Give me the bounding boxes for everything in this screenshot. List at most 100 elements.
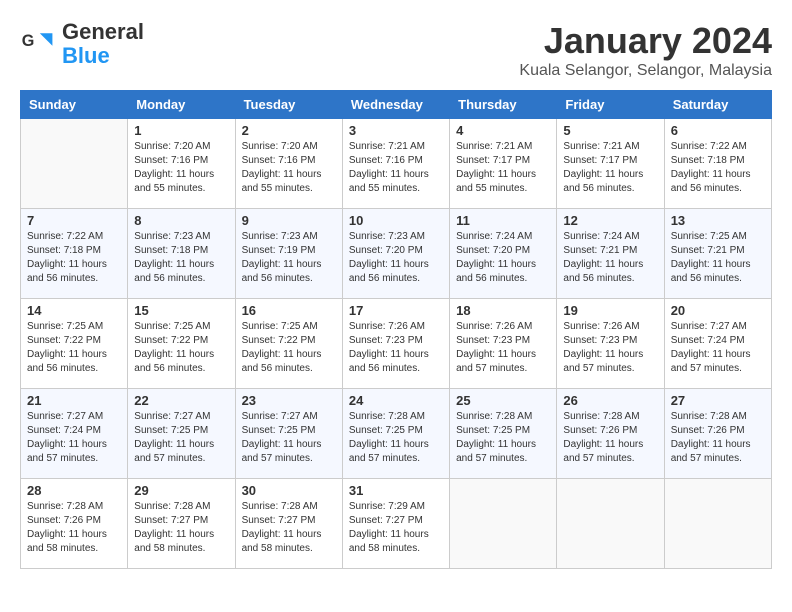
calendar-cell: 5Sunrise: 7:21 AMSunset: 7:17 PMDaylight… <box>557 119 664 209</box>
day-info: Sunrise: 7:27 AMSunset: 7:25 PMDaylight:… <box>134 410 228 466</box>
calendar-cell <box>450 479 557 569</box>
weekday-header-row: SundayMondayTuesdayWednesdayThursdayFrid… <box>21 91 772 119</box>
day-number: 2 <box>242 123 336 138</box>
day-number: 14 <box>27 303 121 318</box>
weekday-header: Friday <box>557 91 664 119</box>
location: Kuala Selangor, Selangor, Malaysia <box>519 62 772 80</box>
calendar-cell: 12Sunrise: 7:24 AMSunset: 7:21 PMDayligh… <box>557 209 664 299</box>
calendar-cell: 18 Sunrise: 7:26 AMSunset: 7:23 PMDayligh… <box>450 299 557 389</box>
calendar-cell: 25 Sunrise: 7:28 AMSunset: 7:25 PMDayligh… <box>450 389 557 479</box>
calendar-cell: 24 Sunrise: 7:28 AMSunset: 7:25 PMDayligh… <box>342 389 449 479</box>
day-number: 24 <box>349 393 443 408</box>
day-number: 30 <box>242 483 336 498</box>
calendar-cell <box>557 479 664 569</box>
calendar-cell <box>21 119 128 209</box>
calendar-cell: 27 Sunrise: 7:28 AMSunset: 7:26 PMDayligh… <box>664 389 771 479</box>
day-info: Sunrise: 7:28 AMSunset: 7:25 PMDaylight:… <box>456 410 550 466</box>
day-number: 8 <box>134 213 228 228</box>
day-number: 23 <box>242 393 336 408</box>
calendar-cell: 9 Sunrise: 7:23 AMSunset: 7:19 PMDaylight… <box>235 209 342 299</box>
calendar-table: SundayMondayTuesdayWednesdayThursdayFrid… <box>20 90 772 569</box>
day-number: 25 <box>456 393 550 408</box>
day-info: Sunrise: 7:21 AMSunset: 7:16 PMDaylight:… <box>349 140 443 196</box>
calendar-week-row: 21Sunrise: 7:27 AMSunset: 7:24 PMDayligh… <box>21 389 772 479</box>
weekday-header: Tuesday <box>235 91 342 119</box>
svg-text:G: G <box>22 32 35 50</box>
day-number: 4 <box>456 123 550 138</box>
calendar-cell: 11Sunrise: 7:24 AMSunset: 7:20 PMDayligh… <box>450 209 557 299</box>
title-block: January 2024 Kuala Selangor, Selangor, M… <box>519 20 772 80</box>
calendar-cell: 31 Sunrise: 7:29 AMSunset: 7:27 PMDayligh… <box>342 479 449 569</box>
day-number: 10 <box>349 213 443 228</box>
day-info: Sunrise: 7:29 AMSunset: 7:27 PMDaylight:… <box>349 500 443 556</box>
calendar-cell: 13 Sunrise: 7:25 AMSunset: 7:21 PMDayligh… <box>664 209 771 299</box>
calendar-cell: 1Sunrise: 7:20 AMSunset: 7:16 PMDaylight… <box>128 119 235 209</box>
calendar-cell: 14 Sunrise: 7:25 AMSunset: 7:22 PMDayligh… <box>21 299 128 389</box>
day-number: 22 <box>134 393 228 408</box>
calendar-cell: 29Sunrise: 7:28 AMSunset: 7:27 PMDayligh… <box>128 479 235 569</box>
day-number: 9 <box>242 213 336 228</box>
day-info: Sunrise: 7:23 AMSunset: 7:19 PMDaylight:… <box>242 230 336 286</box>
day-number: 27 <box>671 393 765 408</box>
weekday-header: Sunday <box>21 91 128 119</box>
calendar-week-row: 28 Sunrise: 7:28 AMSunset: 7:26 PMDayligh… <box>21 479 772 569</box>
day-info: Sunrise: 7:21 AMSunset: 7:17 PMDaylight:… <box>456 140 550 196</box>
calendar-cell: 6Sunrise: 7:22 AMSunset: 7:18 PMDaylight… <box>664 119 771 209</box>
logo-blue-text: Blue <box>62 43 110 68</box>
calendar-cell: 17Sunrise: 7:26 AMSunset: 7:23 PMDayligh… <box>342 299 449 389</box>
logo: G General Blue <box>20 20 144 68</box>
logo-general-text: General <box>62 19 144 44</box>
weekday-header: Wednesday <box>342 91 449 119</box>
day-info: Sunrise: 7:28 AMSunset: 7:27 PMDaylight:… <box>242 500 336 556</box>
day-info: Sunrise: 7:27 AMSunset: 7:24 PMDaylight:… <box>671 320 765 376</box>
calendar-cell: 10 Sunrise: 7:23 AMSunset: 7:20 PMDayligh… <box>342 209 449 299</box>
calendar-cell: 28 Sunrise: 7:28 AMSunset: 7:26 PMDayligh… <box>21 479 128 569</box>
calendar-week-row: 7Sunrise: 7:22 AMSunset: 7:18 PMDaylight… <box>21 209 772 299</box>
day-info: Sunrise: 7:25 AMSunset: 7:21 PMDaylight:… <box>671 230 765 286</box>
calendar-cell: 19 Sunrise: 7:26 AMSunset: 7:23 PMDayligh… <box>557 299 664 389</box>
page-header: G General Blue January 2024 Kuala Selang… <box>20 20 772 80</box>
day-number: 15 <box>134 303 228 318</box>
day-info: Sunrise: 7:28 AMSunset: 7:26 PMDaylight:… <box>671 410 765 466</box>
day-number: 26 <box>563 393 657 408</box>
month-title: January 2024 <box>519 20 772 62</box>
day-info: Sunrise: 7:25 AMSunset: 7:22 PMDaylight:… <box>242 320 336 376</box>
day-info: Sunrise: 7:27 AMSunset: 7:25 PMDaylight:… <box>242 410 336 466</box>
weekday-header: Monday <box>128 91 235 119</box>
day-info: Sunrise: 7:24 AMSunset: 7:20 PMDaylight:… <box>456 230 550 286</box>
day-number: 19 <box>563 303 657 318</box>
day-info: Sunrise: 7:28 AMSunset: 7:25 PMDaylight:… <box>349 410 443 466</box>
calendar-cell: 8 Sunrise: 7:23 AMSunset: 7:18 PMDaylight… <box>128 209 235 299</box>
day-number: 28 <box>27 483 121 498</box>
day-number: 16 <box>242 303 336 318</box>
day-info: Sunrise: 7:25 AMSunset: 7:22 PMDaylight:… <box>134 320 228 376</box>
day-info: Sunrise: 7:28 AMSunset: 7:26 PMDaylight:… <box>27 500 121 556</box>
day-info: Sunrise: 7:20 AMSunset: 7:16 PMDaylight:… <box>134 140 228 196</box>
calendar-cell: 16 Sunrise: 7:25 AMSunset: 7:22 PMDayligh… <box>235 299 342 389</box>
weekday-header: Thursday <box>450 91 557 119</box>
calendar-cell: 2Sunrise: 7:20 AMSunset: 7:16 PMDaylight… <box>235 119 342 209</box>
calendar-cell: 22 Sunrise: 7:27 AMSunset: 7:25 PMDayligh… <box>128 389 235 479</box>
calendar-cell: 3 Sunrise: 7:21 AMSunset: 7:16 PMDaylight… <box>342 119 449 209</box>
day-number: 20 <box>671 303 765 318</box>
day-number: 17 <box>349 303 443 318</box>
calendar-cell: 4 Sunrise: 7:21 AMSunset: 7:17 PMDaylight… <box>450 119 557 209</box>
day-number: 18 <box>456 303 550 318</box>
day-info: Sunrise: 7:27 AMSunset: 7:24 PMDaylight:… <box>27 410 121 466</box>
logo-icon: G <box>20 26 56 62</box>
day-info: Sunrise: 7:25 AMSunset: 7:22 PMDaylight:… <box>27 320 121 376</box>
calendar-cell: 21Sunrise: 7:27 AMSunset: 7:24 PMDayligh… <box>21 389 128 479</box>
calendar-cell: 23 Sunrise: 7:27 AMSunset: 7:25 PMDayligh… <box>235 389 342 479</box>
day-info: Sunrise: 7:26 AMSunset: 7:23 PMDaylight:… <box>563 320 657 376</box>
day-info: Sunrise: 7:21 AMSunset: 7:17 PMDaylight:… <box>563 140 657 196</box>
day-number: 3 <box>349 123 443 138</box>
calendar-cell: 26Sunrise: 7:28 AMSunset: 7:26 PMDayligh… <box>557 389 664 479</box>
day-info: Sunrise: 7:23 AMSunset: 7:20 PMDaylight:… <box>349 230 443 286</box>
calendar-cell: 7Sunrise: 7:22 AMSunset: 7:18 PMDaylight… <box>21 209 128 299</box>
day-number: 12 <box>563 213 657 228</box>
day-info: Sunrise: 7:23 AMSunset: 7:18 PMDaylight:… <box>134 230 228 286</box>
day-number: 29 <box>134 483 228 498</box>
day-number: 13 <box>671 213 765 228</box>
day-info: Sunrise: 7:26 AMSunset: 7:23 PMDaylight:… <box>456 320 550 376</box>
day-number: 31 <box>349 483 443 498</box>
